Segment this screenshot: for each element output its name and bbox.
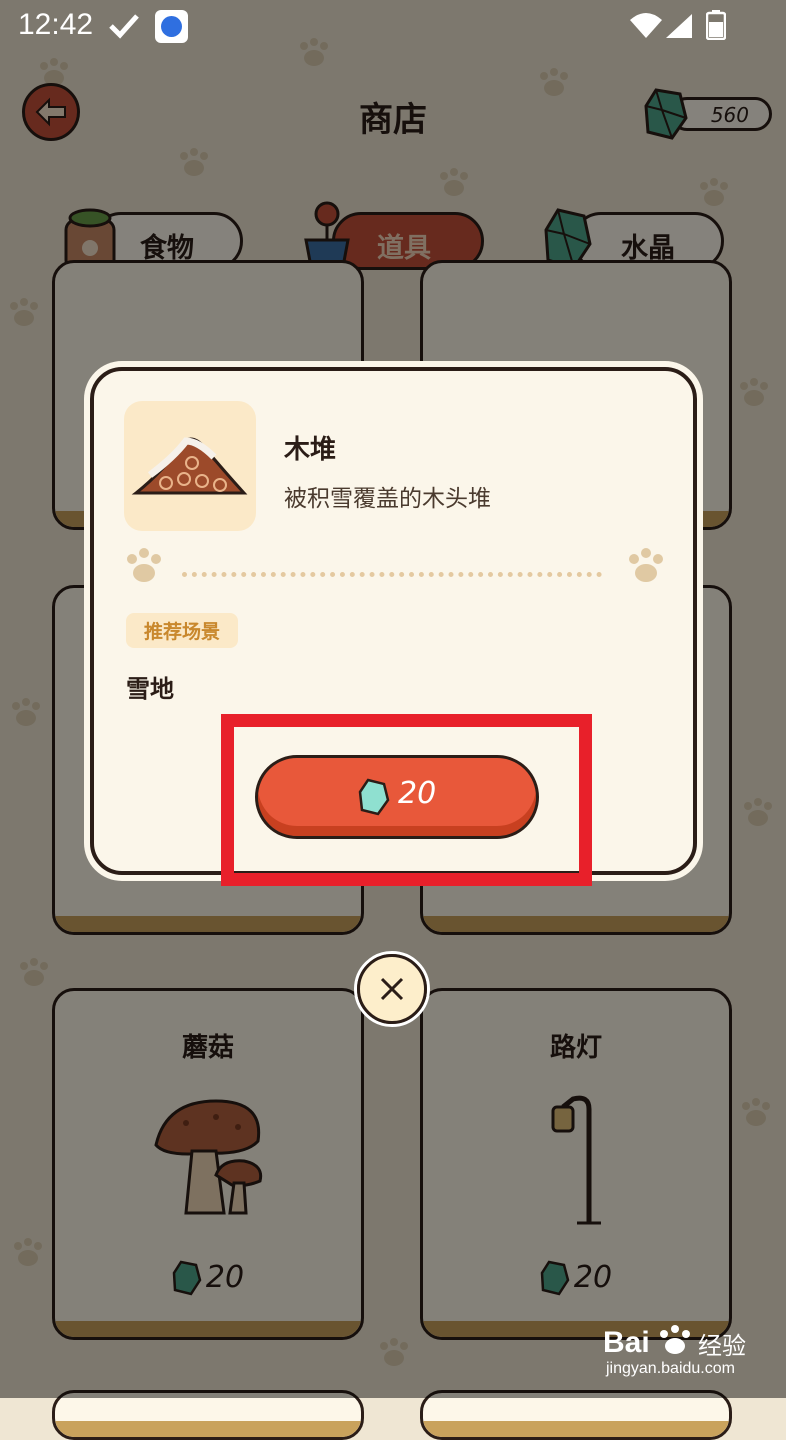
recommend-scene-tag: 推荐场景 (126, 613, 239, 648)
dotted-divider (182, 572, 602, 581)
watermark-brand: Bai (603, 1326, 650, 1359)
battery-icon (706, 10, 726, 40)
product-name: 木堆 (284, 435, 337, 465)
status-bar: 12:42 (0, 0, 786, 52)
baidu-app-icon (155, 10, 188, 43)
check-icon (109, 14, 139, 39)
baidu-jingyan-watermark: Bai 经验 jingyan.baidu.com (600, 1320, 770, 1380)
close-button[interactable] (357, 954, 427, 1024)
product-description: 被积雪覆盖的木头堆 (284, 486, 491, 512)
recommend-scene-value: 雪地 (126, 675, 174, 703)
status-time: 12:42 (18, 8, 94, 41)
close-icon (380, 977, 404, 1001)
paw-icon (660, 1325, 690, 1354)
wifi-icon (630, 13, 662, 38)
product-thumbnail (124, 401, 256, 531)
paw-icon (629, 548, 663, 582)
paw-icon (127, 548, 161, 582)
watermark-brand-suffix: 经验 (698, 1332, 746, 1360)
woodpile-icon (131, 437, 248, 495)
annotation-highlight-box (221, 714, 592, 886)
watermark-url: jingyan.baidu.com (606, 1360, 735, 1377)
signal-icon (666, 14, 692, 38)
